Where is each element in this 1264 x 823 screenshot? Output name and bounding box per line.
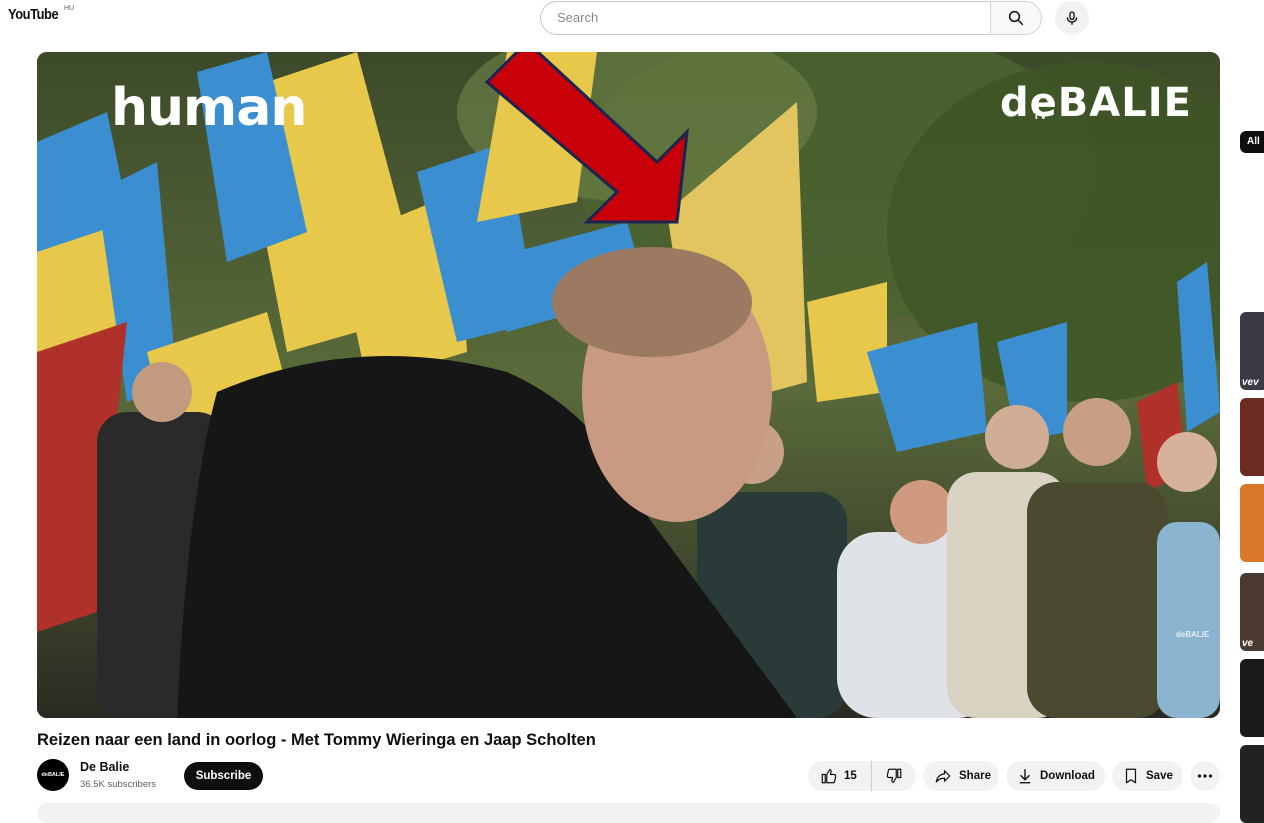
mic-icon (1066, 11, 1078, 25)
video-title: Reizen naar een land in oorlog - Met Tom… (37, 731, 596, 749)
like-count: 15 (844, 770, 857, 782)
share-icon (935, 770, 951, 783)
subscriber-count: 36.5K subscribers (80, 779, 157, 790)
dislike-button[interactable] (872, 761, 916, 791)
bookmark-icon (1125, 768, 1137, 784)
recommended-thumbnail[interactable]: ve (1240, 573, 1264, 651)
download-button[interactable]: Download (1006, 761, 1105, 791)
video-watermark: deBALIE (1176, 630, 1210, 639)
video-frame (37, 52, 1220, 718)
more-icon (1197, 774, 1213, 778)
description-box[interactable] (37, 803, 1220, 823)
channel-name[interactable]: De Balie (80, 760, 129, 774)
more-actions-button[interactable] (1190, 761, 1220, 791)
subscribe-button[interactable]: Subscribe (184, 762, 263, 790)
search-button[interactable] (990, 1, 1042, 35)
like-button[interactable]: 15 (808, 761, 872, 791)
thumbs-up-icon (821, 769, 837, 784)
search-icon (1008, 10, 1024, 26)
save-button[interactable]: Save (1112, 761, 1183, 791)
recommended-thumbnail[interactable] (1240, 398, 1264, 476)
thumbnail-label: ve (1242, 638, 1254, 649)
brand-tv: TV (1033, 110, 1048, 122)
youtube-logo[interactable]: YouTube (8, 6, 59, 23)
download-label: Download (1040, 770, 1095, 782)
brand-human: human (111, 78, 307, 138)
filter-chip-all[interactable]: All (1240, 131, 1264, 153)
channel-avatar[interactable]: deBALIE (37, 759, 69, 791)
download-icon (1019, 769, 1031, 784)
search-input[interactable]: Search (540, 1, 990, 35)
brand-debalie: deBALIE (1000, 80, 1192, 126)
recommended-thumbnail[interactable]: vev (1240, 312, 1264, 390)
save-label: Save (1146, 770, 1173, 782)
country-code: HU (64, 5, 75, 12)
thumbnail-label: vev (1242, 377, 1259, 388)
video-player[interactable]: human deBALIE TV deBALIE (37, 52, 1220, 718)
voice-search-button[interactable] (1055, 1, 1089, 35)
share-label: Share (959, 770, 991, 782)
share-button[interactable]: Share (923, 761, 999, 791)
recommended-thumbnail[interactable] (1240, 659, 1264, 737)
recommended-thumbnail[interactable] (1240, 745, 1264, 823)
thumbs-down-icon (886, 768, 902, 783)
like-dislike-group: 15 (808, 761, 916, 791)
recommended-thumbnail[interactable] (1240, 484, 1264, 562)
